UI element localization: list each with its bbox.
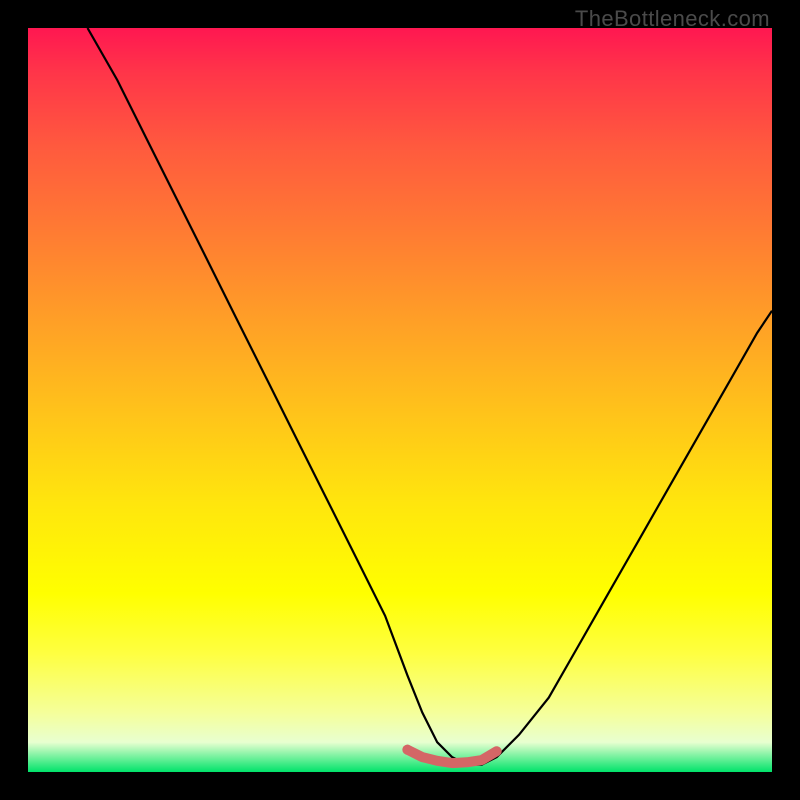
optimal-start-dot [402, 745, 412, 755]
chart-plot-area [28, 28, 772, 772]
bottleneck-curve-line [88, 28, 773, 765]
watermark-text: TheBottleneck.com [575, 6, 770, 32]
chart-svg [28, 28, 772, 772]
